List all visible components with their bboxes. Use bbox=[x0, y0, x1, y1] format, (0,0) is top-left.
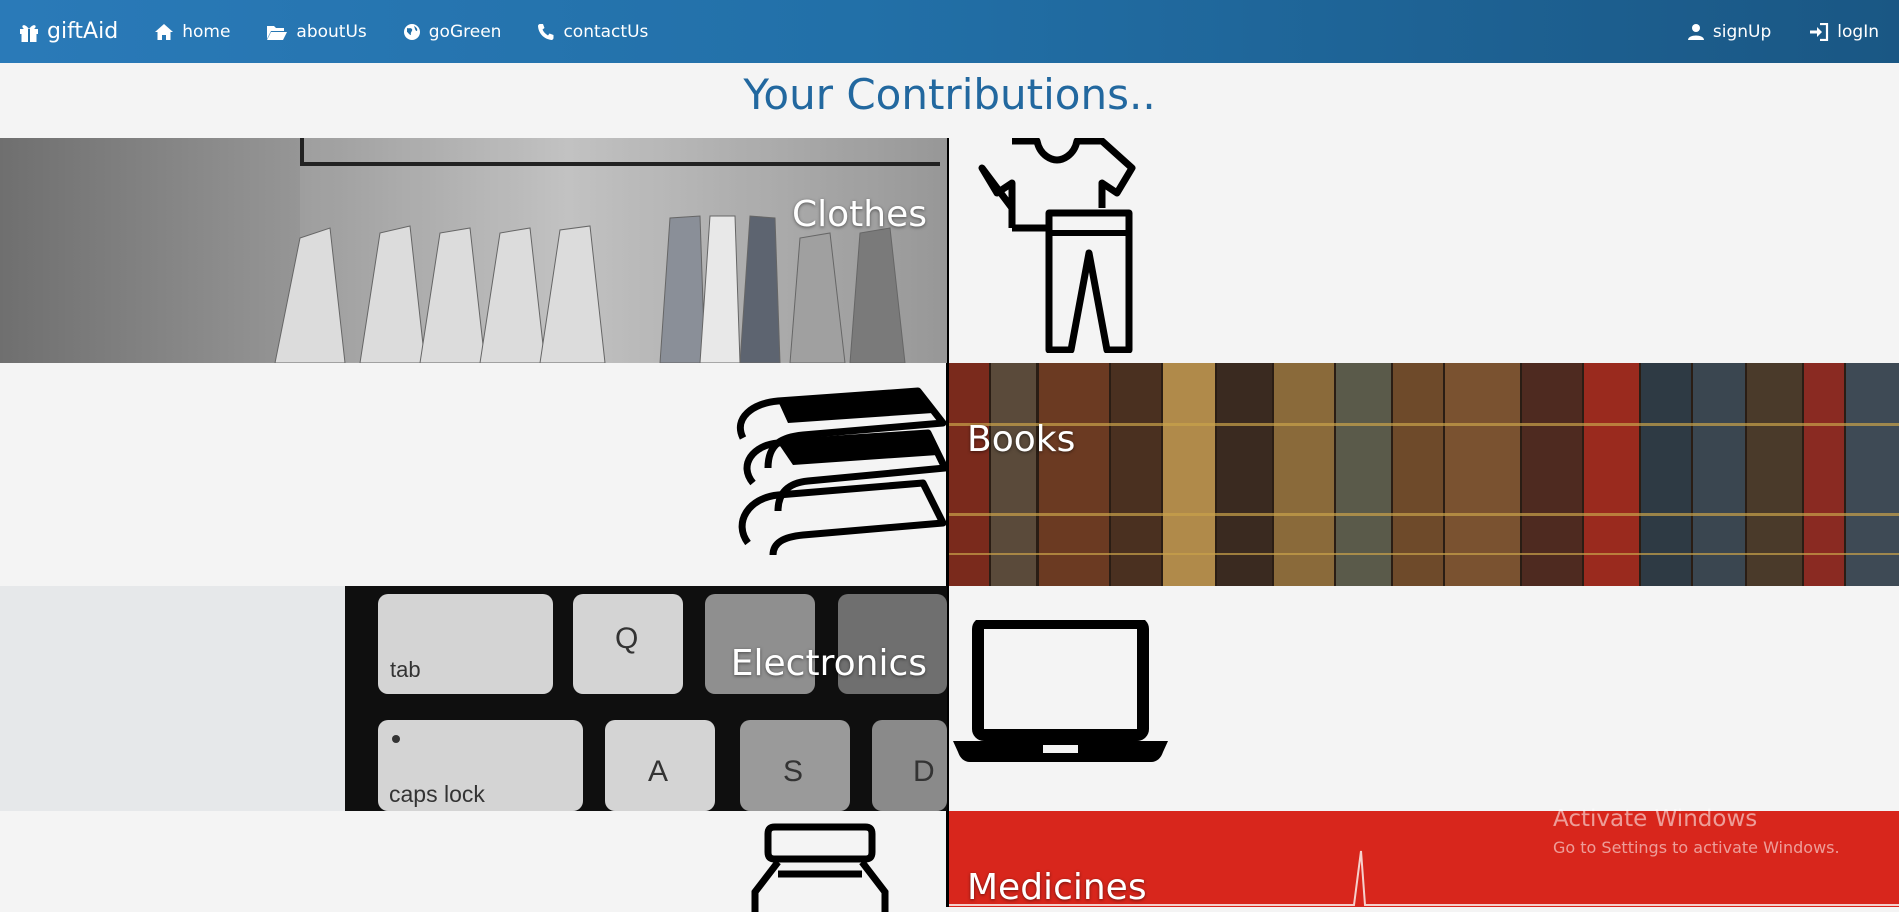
svg-text:A: A bbox=[648, 755, 668, 788]
electronics-label: Electronics bbox=[730, 643, 927, 684]
svg-text:caps lock: caps lock bbox=[389, 781, 485, 807]
gift-icon bbox=[20, 24, 38, 42]
medicine-bottle-icon bbox=[751, 823, 889, 912]
clothes-label: Clothes bbox=[792, 194, 927, 235]
clothes-tile[interactable]: Clothes bbox=[0, 138, 947, 363]
books-label: Books bbox=[967, 419, 1076, 460]
nav-home[interactable]: home bbox=[154, 22, 230, 42]
medicines-label: Medicines bbox=[967, 867, 1147, 907]
electronics-tile[interactable]: tab Q caps lock A S D Electronics bbox=[0, 586, 947, 811]
nav-contact-us-label: contactUs bbox=[563, 21, 649, 42]
watermark-title: Activate Windows bbox=[1553, 806, 1758, 832]
svg-text:D: D bbox=[913, 755, 935, 788]
nav-about-us[interactable]: aboutUs bbox=[266, 21, 367, 42]
laptop-icon bbox=[953, 620, 1168, 762]
books-photo bbox=[949, 363, 1899, 586]
nav-log-in-label: logIn bbox=[1837, 21, 1879, 42]
page-title: Your Contributions.. bbox=[743, 70, 1156, 119]
log-in-icon bbox=[1810, 22, 1829, 41]
svg-text:Q: Q bbox=[615, 622, 638, 655]
folder-open-icon bbox=[267, 25, 288, 40]
svg-text:tab: tab bbox=[390, 657, 421, 682]
nav-go-green[interactable]: goGreen bbox=[403, 21, 502, 42]
clothes-photo bbox=[274, 138, 947, 363]
nav-log-in[interactable]: logIn bbox=[1809, 22, 1879, 42]
brand-name: giftAid bbox=[47, 19, 119, 44]
nav-right: signUp logIn bbox=[1649, 0, 1879, 63]
books-tile[interactable]: Books bbox=[949, 363, 1899, 586]
svg-text:S: S bbox=[783, 755, 803, 788]
nav-sign-up[interactable]: signUp bbox=[1687, 22, 1771, 42]
home-icon bbox=[155, 23, 174, 40]
nav-home-label: home bbox=[182, 21, 231, 42]
nav-left: giftAid home aboutUs goGreen contactUs bbox=[18, 0, 684, 63]
user-icon bbox=[1687, 23, 1704, 40]
phone-icon bbox=[538, 23, 554, 40]
watermark-subtitle: Go to Settings to activate Windows. bbox=[1553, 838, 1840, 857]
clothes-icon bbox=[978, 138, 1136, 353]
globe-icon bbox=[403, 23, 420, 40]
books-icon bbox=[737, 387, 948, 556]
electronics-photo: tab Q caps lock A S D bbox=[345, 586, 947, 811]
nav-about-us-label: aboutUs bbox=[296, 21, 367, 42]
brand-link[interactable]: giftAid bbox=[18, 19, 118, 44]
activate-windows-watermark: Activate Windows Go to Settings to activ… bbox=[1553, 806, 1840, 857]
nav-contact-us[interactable]: contactUs bbox=[537, 22, 648, 42]
nav-sign-up-label: signUp bbox=[1712, 21, 1772, 42]
navbar: giftAid home aboutUs goGreen contactUs s… bbox=[0, 0, 1899, 63]
nav-go-green-label: goGreen bbox=[428, 21, 502, 42]
